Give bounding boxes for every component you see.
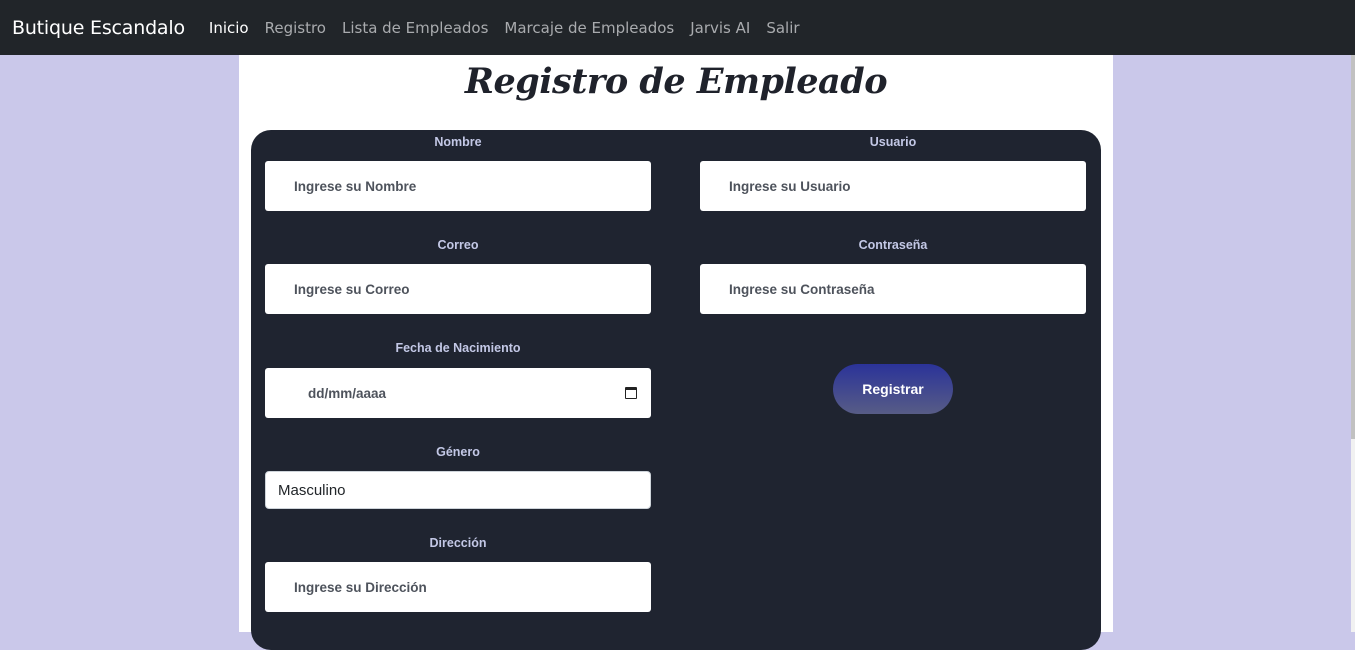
calendar-icon[interactable]: [625, 387, 637, 399]
nombre-input[interactable]: Ingrese su Nombre: [265, 161, 651, 211]
nav-link-lista-empleados[interactable]: Lista de Empleados: [342, 19, 488, 37]
nav-link-marcaje-empleados[interactable]: Marcaje de Empleados: [504, 19, 674, 37]
contrasena-input[interactable]: Ingrese su Contraseña: [700, 264, 1086, 314]
nav-link-inicio[interactable]: Inicio: [209, 19, 249, 37]
nav-link-jarvis-ai[interactable]: Jarvis AI: [690, 19, 750, 37]
genero-select[interactable]: Masculino: [265, 471, 651, 509]
correo-label: Correo: [437, 238, 479, 252]
usuario-input[interactable]: Ingrese su Usuario: [700, 161, 1086, 211]
nombre-label: Nombre: [434, 135, 482, 149]
employee-registration-form: Nombre Ingrese su Nombre Usuario Ingrese…: [251, 130, 1101, 650]
main-container: Registro de Empleado Nombre Ingrese su N…: [239, 55, 1113, 650]
fecha-nacimiento-label: Fecha de Nacimiento: [395, 341, 521, 355]
registrar-button[interactable]: Registrar: [833, 364, 953, 414]
nav-link-salir[interactable]: Salir: [766, 19, 799, 37]
top-navbar: Butique Escandalo Inicio Registro Lista …: [0, 0, 1355, 55]
fecha-placeholder: dd/mm/aaaa: [308, 385, 387, 401]
genero-label: Género: [436, 445, 480, 459]
scrollbar-thumb[interactable]: [1351, 55, 1355, 439]
usuario-label: Usuario: [869, 135, 917, 149]
fecha-nacimiento-input[interactable]: dd/mm/aaaa: [265, 368, 651, 418]
direccion-label: Dirección: [429, 536, 487, 550]
page-scrollbar[interactable]: [1351, 55, 1355, 632]
page-title: Registro de Empleado: [464, 61, 888, 102]
brand-logo-text[interactable]: Butique Escandalo: [12, 17, 185, 39]
nav-link-registro[interactable]: Registro: [265, 19, 326, 37]
correo-input[interactable]: Ingrese su Correo: [265, 264, 651, 314]
contrasena-label: Contraseña: [858, 238, 928, 252]
direccion-input[interactable]: Ingrese su Dirección: [265, 562, 651, 612]
